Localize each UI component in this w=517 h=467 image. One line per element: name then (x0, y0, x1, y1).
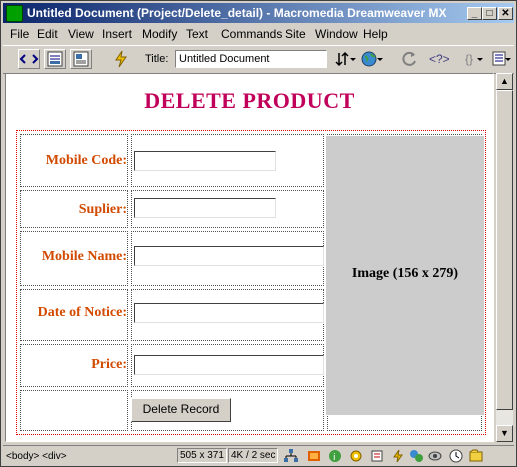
menu-site[interactable]: Site (285, 27, 306, 41)
suplier-input[interactable] (134, 198, 276, 218)
design-view-button[interactable] (70, 49, 92, 69)
menu-modify[interactable]: Modify (142, 27, 177, 41)
title-label: Title: (145, 53, 169, 65)
file-management-icon[interactable] (334, 50, 356, 68)
empty-cell (20, 390, 128, 431)
menu-bar: File Edit View Insert Modify Text Comman… (3, 24, 514, 42)
date-of-notice-label: Date of Notice: (37, 305, 127, 320)
site-icon[interactable] (284, 449, 298, 462)
suplier-label: Suplier: (78, 202, 127, 217)
behaviors-icon[interactable]: i (328, 449, 341, 463)
bindings-icon[interactable] (428, 449, 442, 462)
code-inspector-icon[interactable] (349, 449, 362, 462)
scroll-up-icon[interactable]: ▲ (496, 73, 513, 90)
menu-insert[interactable]: Insert (102, 27, 132, 41)
preview-in-browser-icon[interactable] (361, 50, 383, 68)
form-table: Mobile Code: Suplier: Mobile Name: Date … (16, 130, 486, 435)
page-heading: DELETE PRODUCT (144, 88, 355, 113)
menu-window[interactable]: Window (315, 27, 358, 41)
components-icon[interactable] (409, 449, 423, 462)
mobile-code-input[interactable] (134, 151, 276, 171)
svg-text:i: i (333, 453, 336, 463)
refresh-icon[interactable] (401, 50, 419, 68)
design-canvas[interactable]: DELETE PRODUCT Mobile Code: Suplier: Mob… (5, 73, 494, 442)
date-of-notice-input[interactable] (134, 303, 324, 323)
design-view-icon (73, 51, 89, 67)
close-icon[interactable]: ✕ (498, 7, 513, 20)
code-view-button[interactable] (18, 49, 40, 69)
download-time-readout: 4K / 2 sec (228, 448, 279, 463)
menu-text[interactable]: Text (186, 27, 208, 41)
tag-selector[interactable]: <body> <div> (6, 451, 67, 462)
server-behaviors-icon[interactable] (391, 449, 404, 463)
assets-icon[interactable] (307, 449, 320, 462)
split-view-icon (47, 51, 63, 67)
scroll-down-icon[interactable]: ▼ (496, 425, 513, 442)
maximize-icon[interactable]: □ (482, 7, 497, 20)
code-view-icon (19, 54, 39, 64)
vertical-scrollbar[interactable]: ▲ ▼ (496, 73, 513, 442)
title-bar[interactable]: Untitled Document (Project/Delete_detail… (3, 3, 514, 23)
snippets-icon[interactable] (469, 449, 483, 462)
svg-text:<?>: <?> (429, 52, 450, 66)
menu-commands[interactable]: Commands (221, 27, 282, 41)
mobile-name-label: Mobile Name: (41, 249, 127, 264)
css-styles-icon[interactable] (370, 449, 383, 462)
menu-help[interactable]: Help (363, 27, 388, 41)
window-title: Untitled Document (Project/Delete_detail… (27, 6, 447, 20)
mobile-name-input[interactable] (134, 246, 324, 266)
svg-text:{}: {} (465, 52, 473, 66)
menu-view[interactable]: View (68, 27, 94, 41)
code-navigation-icon[interactable]: {} (465, 50, 483, 68)
scroll-thumb[interactable] (496, 90, 513, 410)
menu-edit[interactable]: Edit (37, 27, 58, 41)
document-title-input[interactable]: Untitled Document (175, 50, 327, 68)
split-view-button[interactable] (44, 49, 66, 69)
minimize-icon[interactable]: _ (467, 7, 482, 20)
mobile-code-label: Mobile Code: (45, 153, 127, 168)
price-label: Price: (91, 357, 127, 372)
image-placeholder-label: Image (156 x 279) (351, 266, 459, 281)
image-placeholder[interactable]: Image (156 x 279) (326, 136, 484, 415)
delete-record-button[interactable]: Delete Record (131, 398, 231, 422)
dreamweaver-app-icon (6, 5, 23, 22)
price-input[interactable] (134, 355, 324, 375)
view-options-icon[interactable] (492, 50, 511, 68)
window-size-readout[interactable]: 505 x 371 (177, 448, 227, 463)
status-bar: <body> <div> 505 x 371 4K / 2 sec i (3, 445, 514, 466)
dreamweaver-window: Untitled Document (Project/Delete_detail… (0, 0, 517, 467)
live-data-icon[interactable] (112, 50, 130, 68)
history-icon[interactable] (449, 449, 463, 463)
document-toolbar: Title: Untitled Document <?> {} (3, 45, 514, 74)
reference-icon[interactable]: <?> (429, 50, 450, 68)
menu-file[interactable]: File (10, 27, 29, 41)
